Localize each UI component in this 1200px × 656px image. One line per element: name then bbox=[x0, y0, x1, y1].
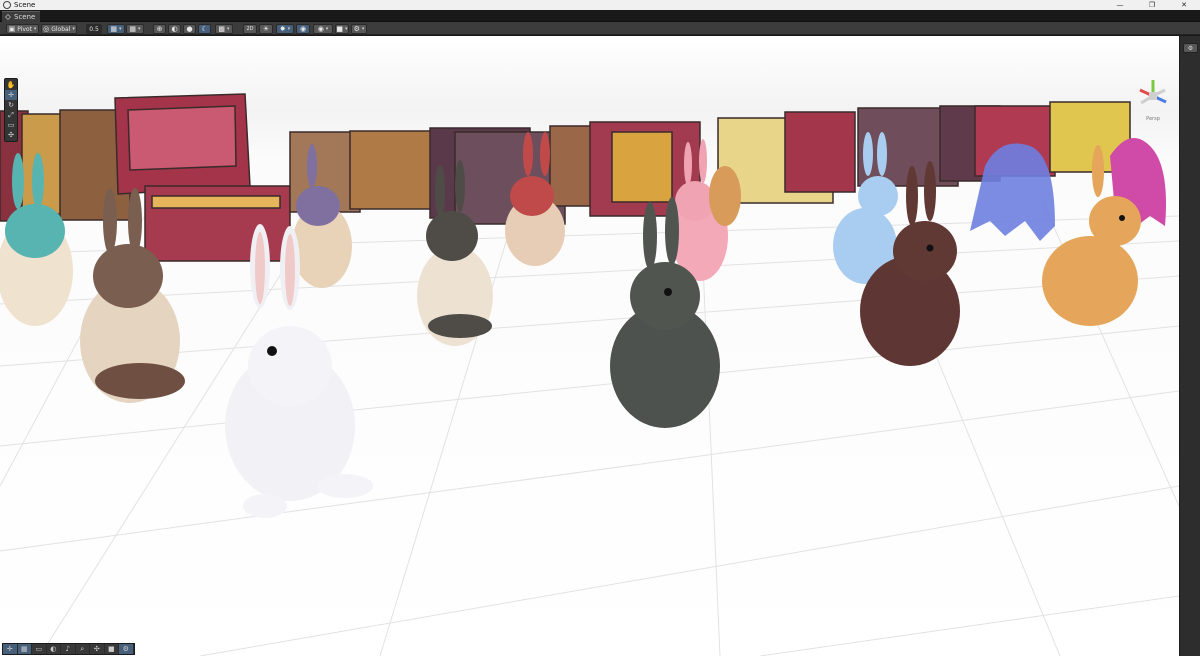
window-title-bar: Scene — ❐ ✕ bbox=[0, 0, 1200, 10]
chevron-down-icon: ▾ bbox=[227, 26, 230, 32]
tab-scene-label: Scene bbox=[14, 13, 36, 21]
grid-icon: ▦ bbox=[20, 645, 28, 653]
light-icon: ☀ bbox=[262, 24, 270, 33]
search-icon: ⌕ bbox=[80, 644, 85, 653]
snap-value: 0.5 bbox=[89, 25, 99, 33]
debug-draw-dropdown[interactable]: ▩ ▾ bbox=[215, 24, 233, 34]
crosshair-icon: ⊕ bbox=[156, 24, 163, 33]
move-icon: ✛ bbox=[8, 91, 14, 99]
move-tool[interactable]: ✛ bbox=[5, 90, 17, 100]
move-icon: ✛ bbox=[6, 645, 13, 653]
unity-logo-icon bbox=[3, 1, 11, 9]
grid-snapping-toggle[interactable]: ▦ ▾ bbox=[107, 24, 125, 34]
window-title: Scene bbox=[14, 1, 36, 9]
global-dropdown[interactable]: ◎ Global ▾ bbox=[41, 24, 77, 34]
sphere-icon: ● bbox=[186, 24, 193, 33]
pivot-dropdown[interactable]: ▣ Pivot ▾ bbox=[6, 24, 39, 34]
2d-toggle[interactable]: 2D bbox=[243, 24, 257, 34]
overlay-move[interactable]: ✛ bbox=[3, 644, 18, 654]
chevron-down-icon: ▾ bbox=[33, 26, 37, 32]
close-button[interactable]: ✕ bbox=[1168, 0, 1200, 10]
chevron-down-icon: ▾ bbox=[287, 26, 291, 32]
transform-tool[interactable]: ✣ bbox=[5, 130, 17, 140]
gizmo-icon: ⚙ bbox=[353, 24, 360, 33]
scene-toolbar: ▣ Pivot ▾ ◎ Global ▾ 0.5 ▦ ▾ ▦ ▾ ⊕ ◐ ● ☾… bbox=[0, 22, 1200, 35]
hand-icon: ✋ bbox=[6, 81, 16, 89]
camera-icon: ■ bbox=[336, 24, 344, 33]
pivot-label: Pivot bbox=[17, 25, 32, 33]
moon-icon: ☾ bbox=[201, 24, 208, 33]
audio-icon: ♪ bbox=[65, 645, 70, 653]
2d-icon: 2D bbox=[246, 25, 254, 32]
axis-gizmo-icon bbox=[1139, 80, 1167, 105]
minimize-button[interactable]: — bbox=[1104, 0, 1136, 10]
overlay-shading[interactable]: ◐ bbox=[47, 644, 61, 654]
scene-visibility-toggle[interactable]: ◉ bbox=[296, 24, 310, 34]
chevron-down-icon: ▾ bbox=[138, 26, 141, 32]
rect-icon: ▭ bbox=[7, 121, 15, 129]
scene-viewport[interactable]: Persp ✋ ✛ ↻ ⤢ ▭ ✣ bbox=[0, 36, 1179, 656]
camera-icon: ■ bbox=[107, 645, 115, 653]
draw-mode-shaded[interactable]: ◐ bbox=[168, 24, 181, 34]
draw-mode-lit[interactable]: ☾ bbox=[198, 24, 211, 34]
gizmo-icon: ⚙ bbox=[122, 645, 129, 653]
layers-icon: ▩ bbox=[218, 24, 226, 33]
overlay-icon: ⚙ bbox=[1187, 44, 1194, 52]
projection-label[interactable]: Persp bbox=[1133, 116, 1173, 122]
chevron-down-icon: ▾ bbox=[325, 26, 329, 32]
maximize-button[interactable]: ❐ bbox=[1136, 0, 1168, 10]
gizmos-dropdown[interactable]: ⚙ ▾ bbox=[351, 24, 367, 34]
lighting-toggle[interactable]: ☀ bbox=[259, 24, 273, 34]
scale-icon: ⤢ bbox=[8, 110, 14, 119]
overlay-settings-button[interactable]: ⚙ bbox=[1183, 43, 1198, 53]
pivot-icon: ▣ bbox=[8, 24, 16, 33]
global-label: Global bbox=[51, 25, 71, 33]
overlay-transform[interactable]: ✣ bbox=[90, 644, 105, 654]
eye-icon: ◉ bbox=[299, 24, 307, 33]
chevron-down-icon: ▾ bbox=[345, 26, 348, 32]
scale-tool[interactable]: ⤢ bbox=[5, 110, 17, 120]
chevron-down-icon: ▾ bbox=[361, 26, 365, 32]
hidden-eye-icon: ◉ bbox=[317, 24, 324, 33]
chevron-down-icon: ▾ bbox=[119, 26, 122, 32]
overlay-gizmo[interactable]: ⚙ bbox=[119, 644, 134, 654]
rotate-icon: ↻ bbox=[8, 101, 14, 109]
effects-dropdown[interactable]: ✸ ▾ bbox=[276, 24, 294, 34]
grid-visibility-icon: ▦ bbox=[129, 24, 137, 33]
hidden-objects-dropdown[interactable]: ◉ ▾ bbox=[313, 24, 333, 34]
transform-icon: ✣ bbox=[8, 131, 14, 139]
scene-render bbox=[0, 36, 1179, 656]
grid-icon: ▦ bbox=[110, 24, 118, 33]
scene-tab-icon bbox=[5, 14, 11, 20]
camera-settings-dropdown[interactable]: ■ ▾ bbox=[335, 24, 349, 34]
overlay-camera[interactable]: ■ bbox=[105, 644, 119, 654]
chevron-down-icon: ▾ bbox=[72, 26, 75, 32]
snap-increment-field[interactable]: 0.5 bbox=[86, 24, 102, 34]
globe-icon: ◎ bbox=[43, 24, 50, 33]
draw-mode-wire[interactable]: ● bbox=[183, 24, 196, 34]
center-view-button[interactable]: ⊕ bbox=[153, 24, 166, 34]
effects-icon: ✸ bbox=[279, 24, 286, 33]
half-sphere-icon: ◐ bbox=[171, 24, 178, 33]
orientation-gizmo[interactable]: Persp bbox=[1133, 76, 1173, 126]
overlay-audio[interactable]: ♪ bbox=[61, 644, 76, 654]
overlay-search[interactable]: ⌕ bbox=[76, 644, 90, 654]
tab-bar: Scene bbox=[0, 10, 1200, 22]
overlay-toolbar: ✛ ▦ ▭ ◐ ♪ ⌕ ✣ ■ ⚙ bbox=[2, 643, 135, 655]
overlay-grid[interactable]: ▦ bbox=[17, 644, 32, 654]
hand-tool[interactable]: ✋ bbox=[5, 80, 17, 90]
transform-tools-palette: ✋ ✛ ↻ ⤢ ▭ ✣ bbox=[4, 78, 18, 142]
right-overlay-strip: ⚙ bbox=[1179, 36, 1200, 656]
half-sphere-icon: ◐ bbox=[50, 645, 57, 653]
overlay-rect[interactable]: ▭ bbox=[32, 644, 47, 654]
transform-icon: ✣ bbox=[93, 645, 100, 653]
rect-tool[interactable]: ▭ bbox=[5, 120, 17, 130]
grid-visibility-dropdown[interactable]: ▦ ▾ bbox=[126, 24, 144, 34]
rotate-tool[interactable]: ↻ bbox=[5, 100, 17, 110]
window-controls: — ❐ ✕ bbox=[1104, 0, 1200, 10]
tab-scene[interactable]: Scene bbox=[2, 11, 41, 22]
rect-icon: ▭ bbox=[35, 645, 43, 653]
